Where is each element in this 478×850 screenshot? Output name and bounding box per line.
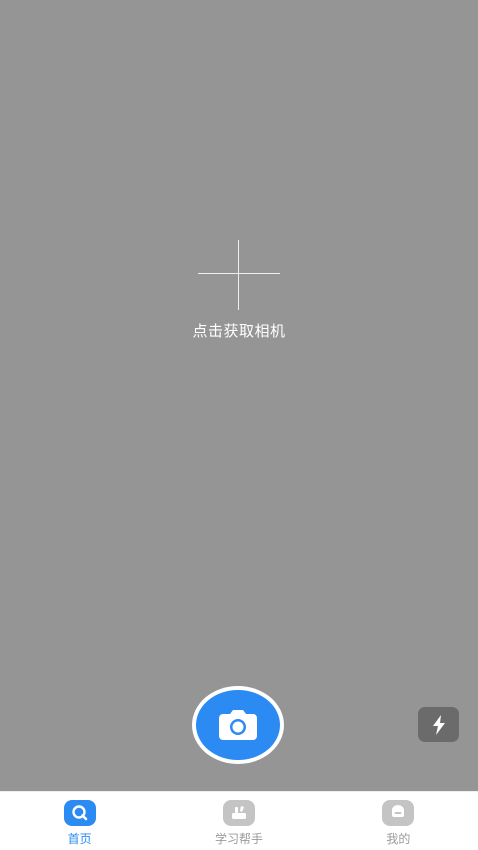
bottom-tab-bar: 首页 学习帮手 我的	[0, 791, 478, 850]
search-icon	[63, 800, 96, 826]
tab-mine[interactable]: 我的	[319, 792, 478, 850]
flash-toggle-button[interactable]	[418, 707, 459, 742]
get-camera-hint[interactable]: 点击获取相机	[0, 320, 478, 341]
shutter-button-inner	[196, 690, 280, 760]
tab-mine-label: 我的	[386, 832, 411, 846]
profile-icon	[382, 800, 415, 826]
flash-icon	[432, 714, 445, 735]
shutter-button[interactable]	[192, 686, 284, 764]
add-camera-crosshair[interactable]	[198, 240, 280, 310]
tab-home[interactable]: 首页	[0, 792, 159, 850]
tab-study-helper-label: 学习帮手	[214, 832, 263, 846]
camera-preview-area[interactable]: 点击获取相机	[0, 0, 478, 791]
study-helper-icon	[222, 800, 255, 826]
tab-study-helper[interactable]: 学习帮手	[159, 792, 318, 850]
crosshair-vertical-line	[238, 240, 239, 310]
tab-home-label: 首页	[67, 832, 92, 846]
camera-icon	[219, 710, 257, 740]
app-screen: 点击获取相机 首页 学习帮手 我的	[0, 0, 478, 850]
crosshair-horizontal-line	[198, 273, 280, 274]
